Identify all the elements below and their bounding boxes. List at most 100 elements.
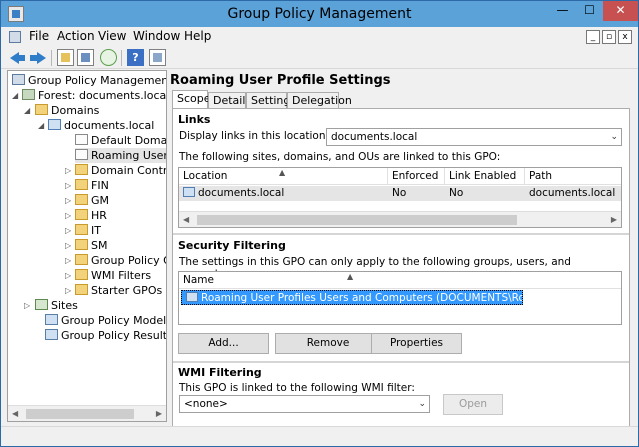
details-pane: Roaming User Profile Settings Scope Deta… <box>170 70 632 440</box>
properties-icon[interactable] <box>149 49 166 66</box>
refresh-icon[interactable] <box>100 49 117 66</box>
location-dropdown[interactable]: documents.local ⌄ <box>326 128 622 146</box>
add-button[interactable]: Add... <box>178 333 269 354</box>
menu-help[interactable]: Help <box>184 29 211 43</box>
tree-item-starter[interactable]: Starter GPOs <box>75 283 162 298</box>
ou-icon <box>75 209 88 220</box>
expand-icon[interactable]: ▷ <box>24 298 32 313</box>
display-links-label: Display links in this location: <box>179 130 330 142</box>
tree-item-results[interactable]: Group Policy Results <box>45 328 166 343</box>
folder-icon <box>35 104 48 115</box>
show-hide-tree-icon[interactable] <box>77 49 94 66</box>
expand-icon[interactable]: ▷ <box>65 163 73 178</box>
expand-icon[interactable]: ▷ <box>65 238 73 253</box>
security-filtering-heading: Security Filtering <box>178 239 286 252</box>
main-window: Group Policy Management — ☐ ✕ File Actio… <box>0 0 639 447</box>
expand-icon[interactable]: ▷ <box>65 223 73 238</box>
expand-icon[interactable]: ▷ <box>65 283 73 298</box>
tab-delegation[interactable]: Delegation <box>287 92 352 109</box>
links-horizontal-scrollbar[interactable]: ◀ ▶ <box>179 211 621 227</box>
scroll-thumb[interactable] <box>26 409 134 419</box>
column-path[interactable]: Path <box>525 168 621 185</box>
tree-horizontal-scrollbar[interactable]: ◀ ▶ <box>8 405 166 421</box>
ou-icon <box>75 239 88 250</box>
location-value: documents.local <box>331 131 418 143</box>
results-icon <box>45 329 58 340</box>
tree-item-domains[interactable]: Domains <box>35 103 99 118</box>
forward-arrow-icon[interactable] <box>29 49 46 66</box>
expand-icon[interactable]: ▷ <box>65 178 73 193</box>
tree-item-sites[interactable]: Sites <box>35 298 78 313</box>
tab-settings[interactable]: Settings <box>246 92 296 109</box>
tree-item-modeling[interactable]: Group Policy Modeling <box>45 313 166 328</box>
gpm-icon <box>12 74 25 85</box>
scroll-left-icon[interactable]: ◀ <box>12 409 18 418</box>
tree-item-sm[interactable]: SM <box>75 238 107 253</box>
ou-icon <box>75 224 88 235</box>
security-table: Name ▲ Roaming User Profiles Users and C… <box>178 271 622 325</box>
tree-item-it[interactable]: IT <box>75 223 101 238</box>
tree-item-dc[interactable]: Domain Contro <box>75 163 166 178</box>
up-folder-icon[interactable] <box>57 49 74 66</box>
table-row[interactable]: Roaming User Profiles Users and Computer… <box>181 290 523 305</box>
security-row-name: Roaming User Profiles Users and Computer… <box>201 292 523 304</box>
mdi-restore-button[interactable]: ▫ <box>602 30 616 44</box>
scroll-left-icon[interactable]: ◀ <box>183 215 189 224</box>
tree-item-domain[interactable]: documents.local <box>48 118 154 133</box>
mdi-minimize-button[interactable]: _ <box>586 30 600 44</box>
properties-button[interactable]: Properties <box>371 333 462 354</box>
wmi-filter-dropdown[interactable]: <none> ⌄ <box>179 395 430 413</box>
menu-window[interactable]: Window <box>133 29 180 43</box>
scroll-right-icon[interactable]: ▶ <box>156 409 162 418</box>
scroll-right-icon[interactable]: ▶ <box>611 215 617 224</box>
scroll-thumb[interactable] <box>197 215 517 225</box>
tree-item-roaming-profile[interactable]: Roaming User P <box>75 148 166 163</box>
remove-button[interactable]: Remove <box>275 333 381 354</box>
help-icon[interactable]: ? <box>127 49 144 66</box>
wmi-description: This GPO is linked to the following WMI … <box>179 382 415 394</box>
collapse-icon[interactable]: ◢ <box>38 118 46 133</box>
toolbar-separator <box>121 50 122 66</box>
expand-icon[interactable]: ▷ <box>65 193 73 208</box>
back-arrow-icon[interactable] <box>9 49 26 66</box>
menu-action[interactable]: Action <box>57 29 95 43</box>
section-divider <box>173 361 629 363</box>
ou-icon <box>75 194 88 205</box>
tree-item-wmi[interactable]: WMI Filters <box>75 268 151 283</box>
maximize-button[interactable]: ☐ <box>576 1 603 21</box>
column-name[interactable]: Name <box>179 272 621 289</box>
expand-icon[interactable]: ▷ <box>65 268 73 283</box>
menu-view[interactable]: View <box>98 29 126 43</box>
mdi-close-button[interactable]: x <box>618 30 632 44</box>
expand-icon[interactable]: ▷ <box>65 253 73 268</box>
tree-item-default-policy[interactable]: Default Domain <box>75 133 166 148</box>
tree-item-forest[interactable]: Forest: documents.local <box>22 88 166 103</box>
console-tree: Group Policy Management ◢ Forest: docume… <box>7 70 167 422</box>
chevron-down-icon: ⌄ <box>418 399 426 409</box>
tab-scope[interactable]: Scope <box>172 90 211 109</box>
links-table: Location ▲ Enforced Link Enabled Path do… <box>178 167 622 228</box>
tree-item-gm[interactable]: GM <box>75 193 109 208</box>
collapse-icon[interactable]: ◢ <box>12 88 20 103</box>
tree-item-root[interactable]: Group Policy Management <box>12 73 166 88</box>
folder-icon <box>75 269 88 280</box>
open-button[interactable]: Open <box>443 394 503 415</box>
minimize-button[interactable]: — <box>549 1 576 21</box>
tree-item-fin[interactable]: FIN <box>75 178 109 193</box>
console-icon[interactable] <box>9 31 21 43</box>
folder-icon <box>75 284 88 295</box>
folder-icon <box>75 254 88 265</box>
tree-item-hr[interactable]: HR <box>75 208 107 223</box>
tab-details[interactable]: Details <box>208 92 251 109</box>
sites-icon <box>35 299 48 310</box>
column-link-enabled[interactable]: Link Enabled <box>445 168 525 185</box>
expand-icon[interactable]: ▷ <box>65 208 73 223</box>
menu-file[interactable]: File <box>29 29 49 43</box>
section-divider <box>173 233 629 235</box>
group-icon <box>186 292 198 302</box>
table-row[interactable]: documents.local No No documents.local <box>179 186 621 201</box>
close-button[interactable]: ✕ <box>603 1 638 21</box>
tree-item-gpo[interactable]: Group Policy Ol <box>75 253 166 268</box>
column-enforced[interactable]: Enforced <box>388 168 445 185</box>
collapse-icon[interactable]: ◢ <box>24 103 32 118</box>
